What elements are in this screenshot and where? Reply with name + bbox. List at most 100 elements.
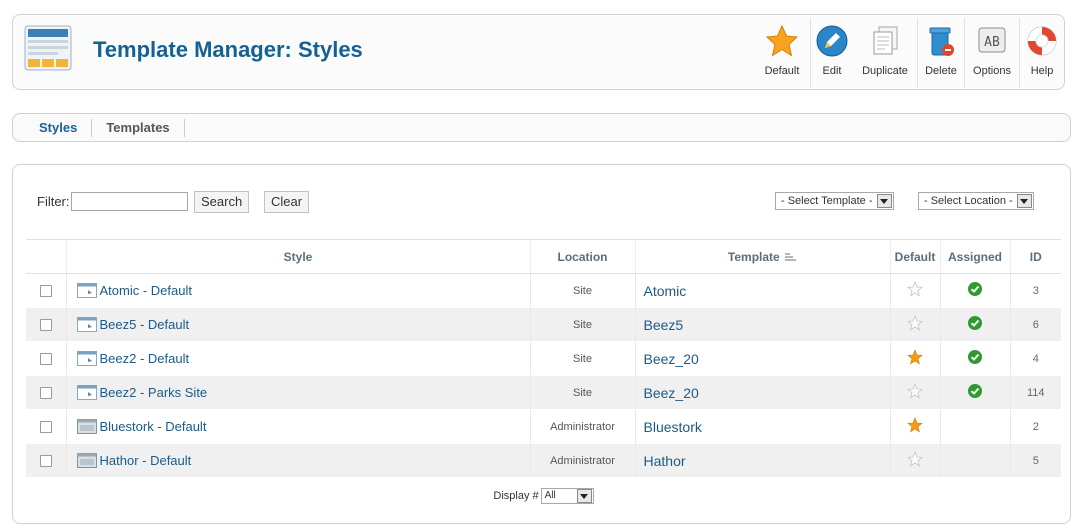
row-checkbox[interactable] [39, 352, 52, 365]
location-cell: Administrator [529, 409, 635, 444]
table-row: Beez5 - Default Site Beez5 6 [26, 307, 1061, 342]
id-cell: 6 [1009, 307, 1061, 342]
table-row: Beez2 - Parks Site Site Beez_20 114 [26, 375, 1061, 410]
row-checkbox[interactable] [39, 420, 52, 433]
row-select-cell [26, 375, 66, 410]
site-template-icon [76, 283, 97, 298]
default-cell[interactable] [889, 443, 940, 478]
style-name-link[interactable]: Atomic - Default [100, 283, 192, 298]
style-cell: Beez2 - Default [65, 341, 530, 376]
style-cell-content: Bluestork - Default [67, 419, 530, 434]
style-cell-content: Beez5 - Default [67, 317, 530, 332]
column-header-location[interactable]: Location [529, 239, 635, 274]
column-header-default[interactable]: Default [889, 239, 940, 274]
select-location-dropdown[interactable]: - Select Location - [918, 192, 1034, 210]
style-name-link[interactable]: Bluestork - Default [100, 419, 207, 434]
table-footer-row: Display # All [26, 477, 1061, 515]
page-title: Template Manager: Styles [93, 37, 363, 62]
row-select-cell [26, 341, 66, 376]
column-header-assigned[interactable]: Assigned [939, 239, 1010, 274]
display-label: Display # [493, 490, 539, 502]
column-header-id[interactable]: ID [1009, 239, 1061, 274]
location-cell: Site [529, 307, 635, 342]
style-name-link[interactable]: Beez2 - Parks Site [100, 385, 208, 400]
assigned-cell [939, 307, 1010, 342]
row-checkbox[interactable] [39, 284, 52, 297]
not-default-star-icon [906, 382, 924, 399]
location-cell: Site [529, 273, 635, 308]
clear-button[interactable]: Clear [264, 191, 310, 213]
header-toolbar: Template Manager: Styles Default Edit Du… [12, 14, 1065, 90]
site-template-icon [76, 385, 97, 400]
default-cell[interactable] [889, 341, 940, 376]
default-cell[interactable] [889, 273, 940, 308]
template-cell: Atomic [634, 273, 890, 308]
not-default-star-icon [906, 280, 924, 297]
id-cell: 4 [1009, 341, 1061, 376]
edit-button[interactable]: Edit [811, 15, 853, 91]
default-button-label: Default [764, 65, 800, 77]
chevron-down-icon [1016, 194, 1032, 208]
default-star-icon [907, 417, 923, 433]
column-header-template[interactable]: Template [634, 239, 890, 274]
style-cell: Beez5 - Default [65, 307, 530, 342]
assigned-check-icon [968, 316, 982, 330]
table-row: Atomic - Default Site Atomic 3 [26, 273, 1061, 308]
row-checkbox[interactable] [39, 318, 52, 331]
template-cell: Beez_20 [634, 375, 890, 410]
default-star-icon [907, 349, 923, 365]
filter-search-input[interactable] [71, 192, 188, 211]
not-default-star-icon [906, 314, 924, 331]
row-checkbox[interactable] [39, 454, 52, 467]
style-cell: Bluestork - Default [65, 409, 530, 444]
row-select-cell [26, 273, 66, 308]
row-select-cell [26, 409, 66, 444]
template-manager-logo [24, 25, 72, 71]
options-button[interactable]: AB Options [965, 15, 1019, 91]
table-row: Bluestork - Default Administrator Bluestor… [26, 409, 1061, 444]
tab-templates[interactable]: Templates [91, 118, 185, 137]
pagination-footer: Display # All [26, 477, 1061, 515]
style-name-link[interactable]: Beez2 - Default [100, 351, 190, 366]
style-cell: Beez2 - Parks Site [65, 375, 530, 410]
style-name-link[interactable]: Hathor - Default [100, 453, 192, 468]
style-name-link[interactable]: Beez5 - Default [100, 317, 190, 332]
assigned-check-icon [968, 282, 982, 296]
submenu: Styles Templates [12, 113, 1071, 142]
table-row: Hathor - Default Administrator Hathor 5 [26, 443, 1061, 478]
site-template-icon [76, 317, 97, 332]
column-header-style[interactable]: Style [65, 239, 530, 274]
star-icon [765, 24, 799, 57]
select-template-dropdown[interactable]: - Select Template - [775, 192, 894, 210]
default-button[interactable]: Default [754, 15, 810, 91]
toolbar: Default Edit Duplicate Delete AB Options… [754, 15, 1064, 91]
lifebuoy-icon [1027, 26, 1057, 56]
not-default-star-icon [906, 450, 924, 467]
style-cell-content: Atomic - Default [67, 283, 530, 298]
chevron-down-icon [876, 194, 892, 208]
default-cell[interactable] [889, 375, 940, 410]
delete-button-label: Delete [925, 65, 957, 77]
assigned-cell [939, 341, 1010, 376]
styles-table-wrap: Style Location Template Default Assigned… [26, 239, 1061, 515]
duplicate-button[interactable]: Duplicate [853, 15, 917, 91]
default-cell[interactable] [889, 307, 940, 342]
assigned-cell [939, 375, 1010, 410]
help-button[interactable]: Help [1020, 15, 1064, 91]
table-header-row: Style Location Template Default Assigned… [26, 239, 1061, 274]
tab-styles[interactable]: Styles [13, 119, 91, 137]
default-cell[interactable] [889, 409, 940, 444]
sort-asc-icon [785, 253, 797, 261]
style-cell-content: Beez2 - Default [67, 351, 530, 366]
assigned-cell [939, 409, 1010, 444]
search-button[interactable]: Search [194, 191, 250, 213]
options-icon: AB [978, 27, 1006, 53]
delete-button[interactable]: Delete [918, 15, 964, 91]
template-cell: Beez5 [634, 307, 890, 342]
row-checkbox[interactable] [39, 386, 52, 399]
display-limit-select[interactable]: All [540, 488, 594, 504]
select-location-value: - Select Location - [924, 195, 1013, 207]
style-cell: Atomic - Default [65, 273, 530, 308]
row-select-cell [26, 443, 66, 478]
assigned-check-icon [968, 384, 982, 398]
